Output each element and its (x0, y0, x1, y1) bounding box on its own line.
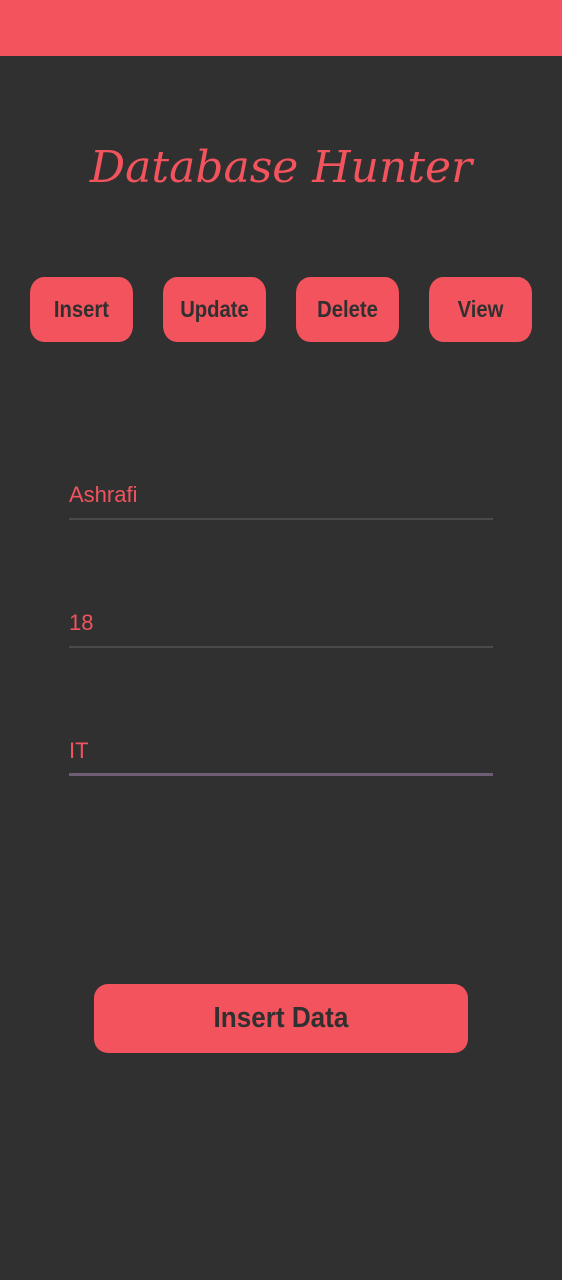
age-field (69, 602, 493, 648)
department-field (69, 730, 493, 776)
name-field-underline (69, 518, 493, 520)
age-input[interactable] (69, 602, 493, 644)
status-bar (0, 0, 562, 56)
department-field-underline (69, 773, 493, 776)
name-input[interactable] (69, 474, 493, 516)
department-input[interactable] (69, 730, 493, 772)
view-tab-button[interactable]: View (429, 277, 532, 342)
update-tab-button[interactable]: Update (163, 277, 266, 342)
delete-tab-button[interactable]: Delete (296, 277, 399, 342)
insert-data-button[interactable]: Insert Data (94, 984, 468, 1053)
insert-data-button-label: Insert Data (213, 1002, 349, 1034)
insert-tab-button[interactable]: Insert (30, 277, 133, 342)
age-field-underline (69, 646, 493, 648)
name-field (69, 474, 493, 520)
app-title: Database Hunter (89, 142, 473, 193)
